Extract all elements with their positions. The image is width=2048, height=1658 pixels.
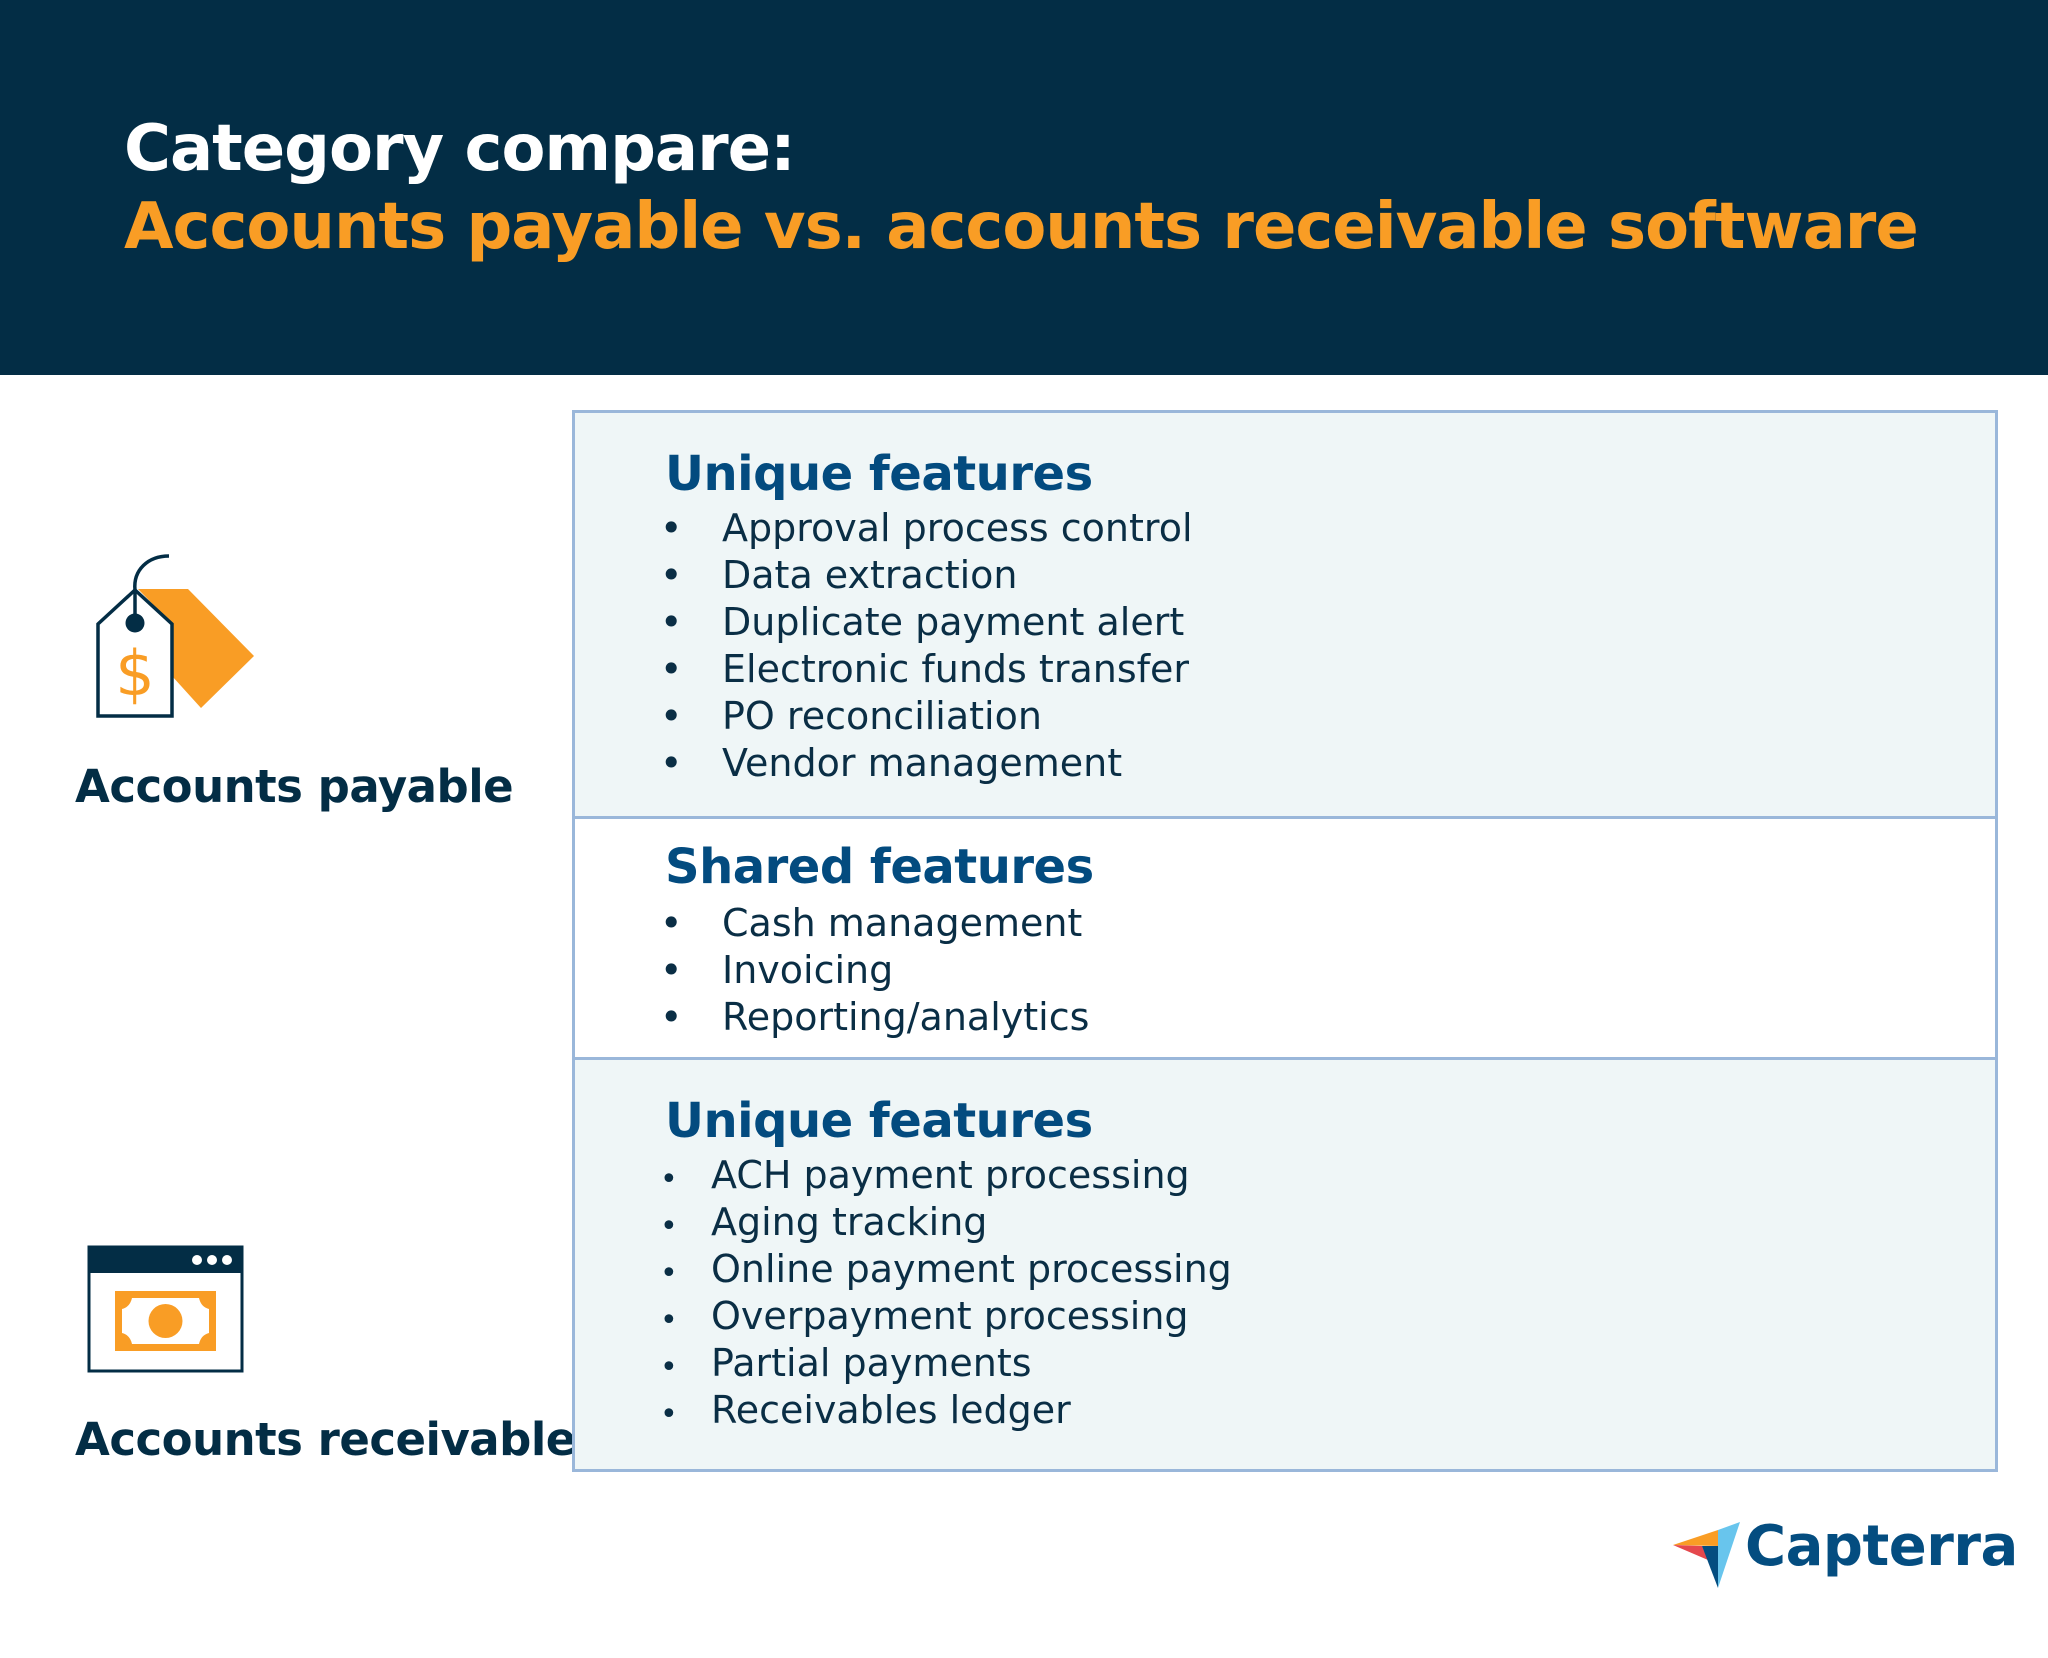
receivable-unique-features-section: Unique features • ACH payment processing … xyxy=(575,1060,1995,1469)
bullet-icon: • xyxy=(660,694,683,738)
comparison-table: Unique features • Approval process contro… xyxy=(572,410,1998,1472)
shared-features-section: Shared features • Cash management • Invoic… xyxy=(575,819,1995,1060)
bullet-icon: • xyxy=(660,1397,678,1432)
bullet-icon: • xyxy=(660,1162,678,1197)
price-tag-dollar-icon: $ xyxy=(96,554,254,718)
header-banner: Category compare: Accounts payable vs. a… xyxy=(0,0,2048,375)
payable-unique-features-section: Unique features • Approval process contro… xyxy=(575,413,1995,819)
bullet-icon: • xyxy=(660,948,683,992)
bullet-icon: • xyxy=(660,647,683,691)
bullet-icon: • xyxy=(660,1350,678,1385)
svg-text:$: $ xyxy=(115,637,154,710)
capterra-logo-icon xyxy=(1673,1522,1740,1588)
section-heading: Unique features xyxy=(665,446,1093,502)
bullet-icon: • xyxy=(660,901,683,945)
category-label-receivable: Accounts receivable xyxy=(75,1413,576,1466)
bullet-icon: • xyxy=(660,1256,678,1291)
bullet-icon: • xyxy=(660,995,683,1039)
category-label-payable: Accounts payable xyxy=(75,760,514,813)
bullet-icon: • xyxy=(660,1303,678,1338)
title-line-2: Accounts payable vs. accounts receivable… xyxy=(124,190,1919,264)
title-line-1: Category compare: xyxy=(124,112,796,186)
bullet-icon: • xyxy=(660,741,683,785)
section-heading: Shared features xyxy=(665,839,1094,895)
browser-window-money-icon xyxy=(87,1245,244,1373)
section-heading: Unique features xyxy=(665,1093,1093,1149)
bullet-icon: • xyxy=(660,506,683,550)
bullet-icon: • xyxy=(660,1209,678,1244)
bullet-icon: • xyxy=(660,600,683,644)
bullet-icon: • xyxy=(660,553,683,597)
capterra-logo-text: Capterra xyxy=(1745,1514,2018,1579)
